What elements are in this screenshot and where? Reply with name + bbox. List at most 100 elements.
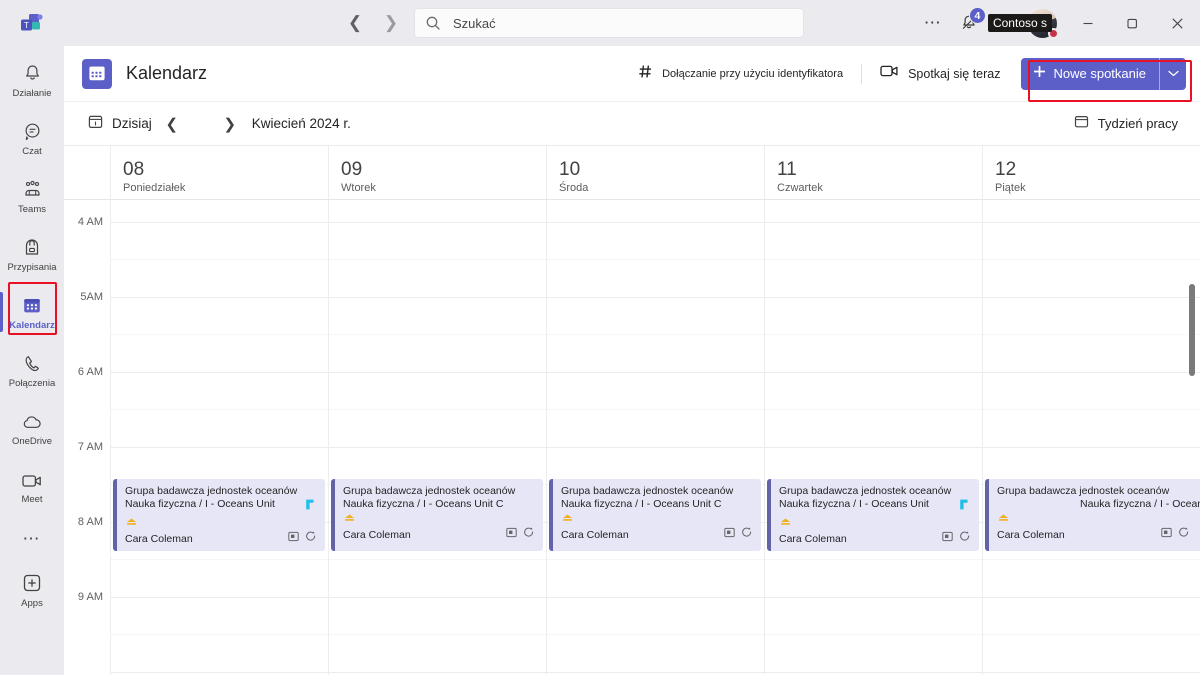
meet-now-button[interactable]: Spotkaj się teraz xyxy=(868,58,1012,90)
join-with-id-label: Dołączanie przy użyciu identyfikatora xyxy=(662,67,844,80)
join-with-id-button[interactable]: Dołączanie przy użyciu identyfikatora xyxy=(626,58,855,90)
teams-channel-icon xyxy=(958,498,971,515)
time-gutter: 4 AM 5AM 6 AM 7 AM 8 AM 9 AM xyxy=(64,200,110,675)
screen-share-icon xyxy=(506,527,517,542)
day-name: Czwartek xyxy=(777,181,823,194)
day-number: 12 xyxy=(995,158,1017,180)
new-meeting-button[interactable]: Nowe spotkanie xyxy=(1020,57,1186,90)
teams-logo-icon: T xyxy=(0,12,64,34)
event-title: Grupa badawcza jednostek oceanów xyxy=(343,485,516,497)
day-number: 10 xyxy=(559,158,581,180)
forward-button[interactable]: ❯ xyxy=(376,8,406,38)
event-card[interactable]: Grupa badawcza jednostek oceanów Nauka f… xyxy=(331,479,543,551)
event-organizer: Cara Coleman xyxy=(125,533,193,545)
backpack-icon xyxy=(22,236,42,258)
account-tooltip: Contoso s xyxy=(987,14,1052,32)
sidebar-item-dzialanie[interactable]: Działanie xyxy=(0,52,64,108)
chevron-down-icon[interactable] xyxy=(1160,58,1186,90)
day-column-4[interactable]: Grupa badawcza jednostek oceanów Nauka f… xyxy=(982,200,1200,675)
search-placeholder-text: Szukać xyxy=(453,15,496,31)
day-column-2[interactable]: Grupa badawcza jednostek oceanów Nauka f… xyxy=(546,200,764,675)
sidebar-more-icon[interactable]: ⋯ xyxy=(0,516,64,562)
calendar-icon xyxy=(82,58,112,89)
event-card[interactable]: Grupa badawcza jednostek oceanów Nauka f… xyxy=(767,479,979,551)
video-camera-icon xyxy=(880,64,899,83)
sidebar-item-przypisania[interactable]: Przypisania xyxy=(0,226,64,282)
day-header-1[interactable]: 09 Wtorek xyxy=(328,146,546,199)
calendar-header: Kalendarz Dołączanie przy użyciu identyf… xyxy=(64,46,1200,102)
sidebar-item-label: Przypisania xyxy=(7,261,57,273)
day-header-4[interactable]: 12 Piątek xyxy=(982,146,1200,199)
sidebar-item-onedrive[interactable]: OneDrive xyxy=(0,400,64,456)
new-meeting-main[interactable]: Nowe spotkanie xyxy=(1021,58,1160,90)
sidebar-item-czat[interactable]: Czat xyxy=(0,110,64,166)
event-title: Grupa badawcza jednostek oceanów xyxy=(125,485,298,497)
day-header-0[interactable]: 08 Poniedziałek xyxy=(110,146,328,199)
time-label-8am: 8 AM xyxy=(77,516,103,528)
search-input[interactable]: Szukać xyxy=(414,8,804,38)
ellipsis-icon[interactable]: ⋯ xyxy=(916,8,950,38)
sidebar-item-polaczenia[interactable]: Połączenia xyxy=(0,342,64,398)
recurrence-icon xyxy=(741,527,753,542)
notifications-button[interactable]: 4 xyxy=(950,7,988,39)
calendar-header-actions: Dołączanie przy użyciu identyfikatora Sp… xyxy=(626,57,1192,102)
view-week-icon xyxy=(1074,114,1089,134)
event-title: Grupa badawcza jednostek oceanów xyxy=(561,485,734,497)
maximize-button[interactable] xyxy=(1110,0,1155,46)
minimize-button[interactable] xyxy=(1065,0,1110,46)
day-column-0[interactable]: Grupa badawcza jednostek oceanów Nauka f… xyxy=(110,200,328,675)
back-button[interactable]: ❮ xyxy=(340,8,370,38)
screen-share-icon xyxy=(724,527,735,542)
day-number: 11 xyxy=(777,158,797,180)
day-header-2[interactable]: 10 Środa xyxy=(546,146,764,199)
prev-week-button[interactable]: ❮ xyxy=(158,110,186,138)
time-label-7am: 7 AM xyxy=(77,441,103,453)
search-icon xyxy=(425,15,441,31)
next-week-button[interactable]: ❯ xyxy=(216,110,244,138)
day-name: Piątek xyxy=(995,181,1026,194)
day-columns: Grupa badawcza jednostek oceanów Nauka f… xyxy=(110,200,1200,675)
sidebar-item-meet[interactable]: Meet xyxy=(0,458,64,514)
today-button[interactable]: Dzisiaj xyxy=(82,110,158,138)
screen-share-icon xyxy=(288,531,299,546)
hash-icon xyxy=(638,64,653,84)
page-title: Kalendarz xyxy=(126,63,208,83)
recurrence-icon xyxy=(959,531,971,546)
calendar-grid[interactable]: 4 AM 5AM 6 AM 7 AM 8 AM 9 AM Grupa badaw… xyxy=(64,200,1200,675)
date-navigation-bar: Dzisiaj ❮ ❯ Kwiecień 2024 r. Tydzień pra… xyxy=(64,102,1200,146)
event-card[interactable]: Grupa badawcza jednostek oceanów Nauka f… xyxy=(549,479,761,551)
vertical-scrollbar[interactable] xyxy=(1187,200,1197,675)
calendar-today-icon xyxy=(88,114,103,134)
sidebar-item-label: Kalendarz xyxy=(9,319,55,331)
sidebar-item-label: Czat xyxy=(22,145,42,157)
time-label-9am: 9 AM xyxy=(77,591,103,603)
view-selector-label: Tydzień pracy xyxy=(1097,116,1178,131)
sidebar-item-label: Apps xyxy=(21,597,43,609)
sidebar-item-teams[interactable]: Teams xyxy=(0,168,64,224)
assignment-icon xyxy=(779,516,971,529)
sidebar-item-apps[interactable]: Apps xyxy=(0,562,64,618)
phone-icon xyxy=(22,352,42,374)
view-selector-button[interactable]: Tydzień pracy xyxy=(1066,110,1186,138)
event-organizer: Cara Coleman xyxy=(997,529,1065,541)
event-subtitle: Nauka fizyczna / I - Oceans Unit C xyxy=(561,498,722,510)
scrollbar-thumb[interactable] xyxy=(1189,284,1195,376)
sidebar-item-kalendarz[interactable]: Kalendarz xyxy=(0,282,64,340)
day-column-3[interactable]: Grupa badawcza jednostek oceanów Nauka f… xyxy=(764,200,982,675)
sidebar-item-label: Działanie xyxy=(12,87,52,99)
teams-channel-icon xyxy=(304,498,317,515)
event-organizer: Cara Coleman xyxy=(779,533,847,545)
screen-share-icon xyxy=(942,531,953,546)
assignment-icon xyxy=(997,512,1200,525)
event-card[interactable]: Grupa badawcza jednostek oceanów Nauka f… xyxy=(985,479,1200,551)
svg-text:T: T xyxy=(24,21,29,30)
close-button[interactable] xyxy=(1155,0,1200,46)
event-card[interactable]: Grupa badawcza jednostek oceanów Nauka f… xyxy=(113,479,325,551)
day-name: Wtorek xyxy=(341,181,376,194)
app-rail-sidebar: Działanie Czat Teams Przypisania Kalenda… xyxy=(0,46,64,675)
day-column-1[interactable]: Grupa badawcza jednostek oceanów Nauka f… xyxy=(328,200,546,675)
history-nav: ❮ ❯ xyxy=(340,8,406,38)
bell-icon xyxy=(22,62,43,84)
time-label-6am: 6 AM xyxy=(77,366,103,378)
day-header-3[interactable]: 11 Czwartek xyxy=(764,146,982,199)
